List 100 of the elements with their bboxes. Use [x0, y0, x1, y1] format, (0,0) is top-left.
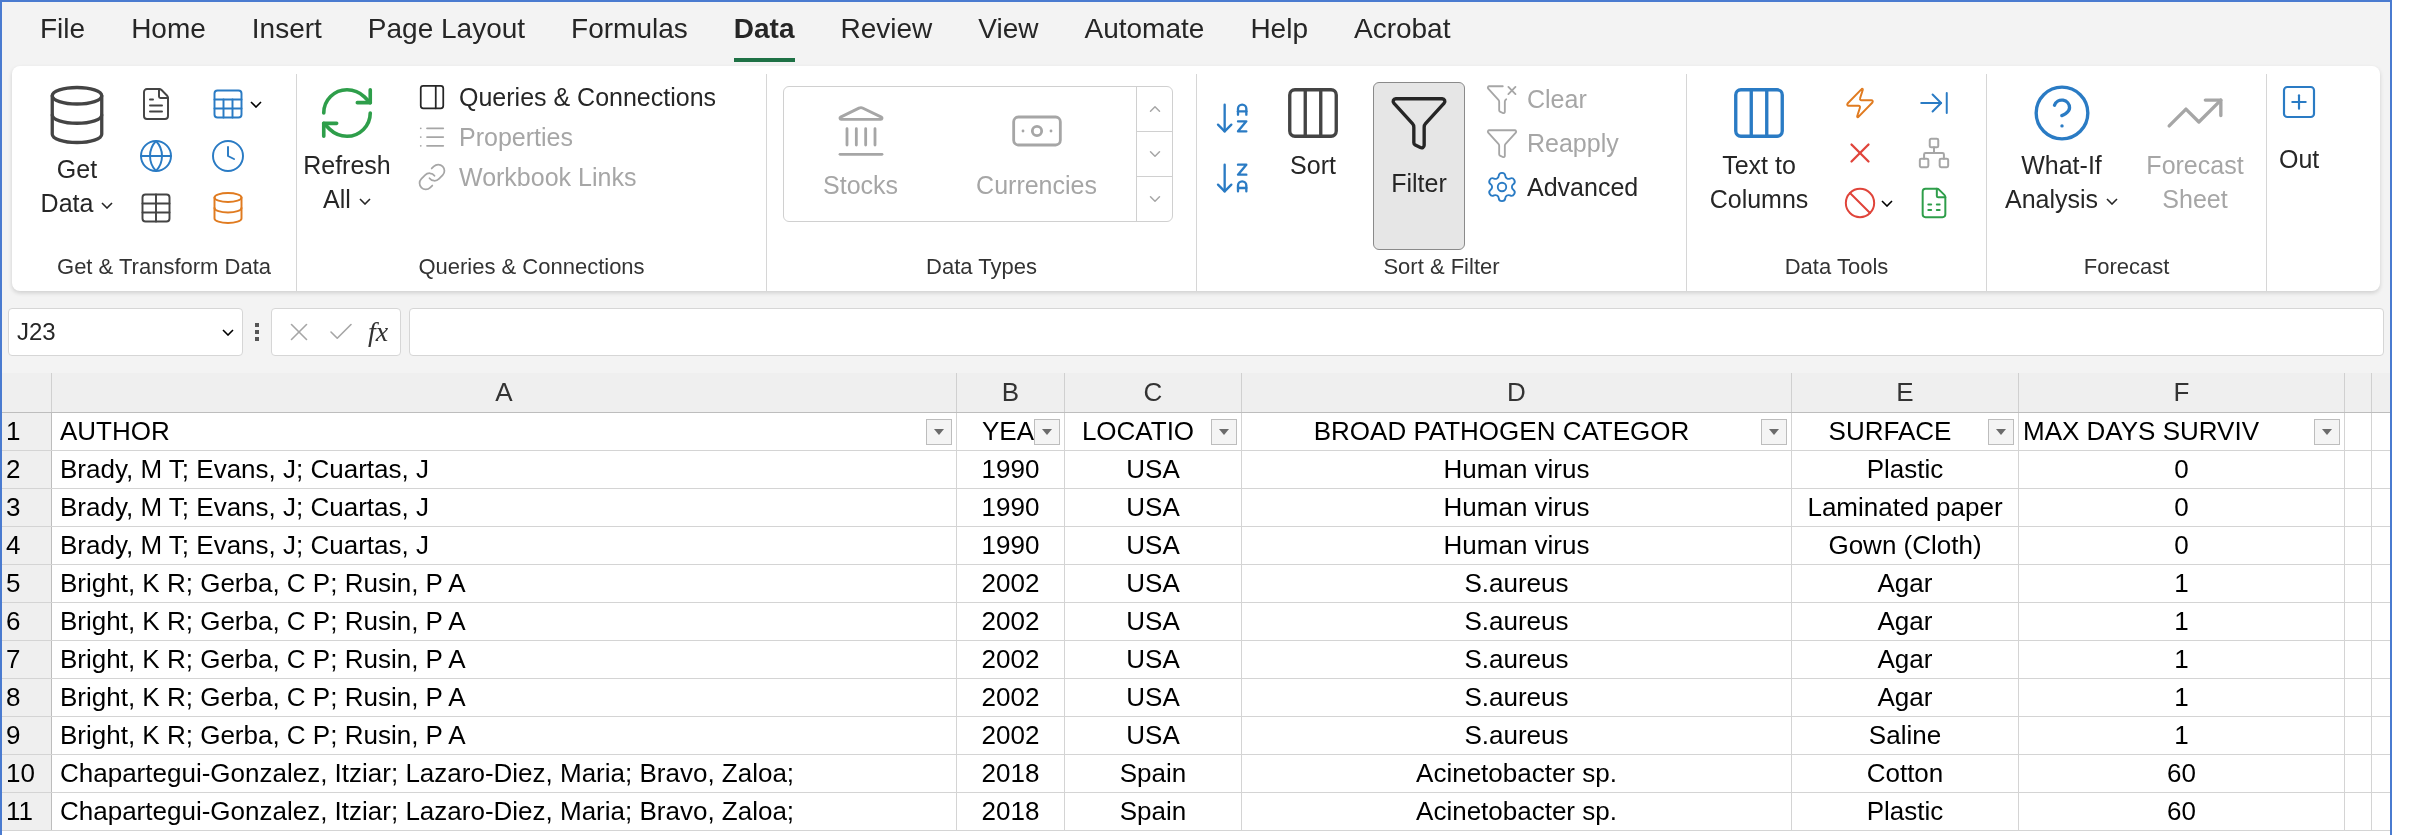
group-label: Sort & Filter	[1382, 253, 1501, 281]
table-cell-text: 1	[2174, 643, 2189, 676]
funnel-x-icon[interactable]	[1485, 82, 1519, 116]
get-data-button[interactable]: Get Data	[32, 82, 122, 220]
insert-function-button[interactable]: fx	[368, 311, 389, 353]
column-header[interactable]: B	[957, 373, 1065, 412]
table-cell-text: 0	[2174, 453, 2189, 486]
table-cell-text: S.aureus	[1464, 605, 1569, 638]
row-header[interactable]: 7	[2, 641, 52, 678]
table-cell-text: S.aureus	[1464, 719, 1569, 752]
row-header[interactable]: 11	[2, 793, 52, 830]
row-header[interactable]: 3	[2, 489, 52, 526]
table-cell-text: 2002	[981, 605, 1040, 638]
table-cell-text: Brady, M T; Evans, J; Cuartas, J	[60, 491, 429, 524]
table-cell-text: AUTHOR	[60, 415, 170, 448]
table-cell-text: USA	[1126, 529, 1180, 562]
filter-dropdown-icon[interactable]	[1211, 418, 1237, 445]
table-cell-text: Agar	[1877, 643, 1933, 676]
table-cell-text: Spain	[1119, 795, 1187, 828]
table-cell-text: BROAD PATHOGEN CATEGOR	[1313, 415, 1690, 448]
group-label: Queries & Connections	[417, 253, 646, 281]
row-header[interactable]: 1	[2, 413, 52, 450]
ribbon-tab[interactable]: Insert	[251, 8, 322, 62]
table-cell-text: Brady, M T; Evans, J; Cuartas, J	[60, 529, 429, 562]
row-header[interactable]: 8	[2, 679, 52, 716]
ribbon-tab[interactable]: Automate	[1084, 8, 1205, 62]
ribbon-tab[interactable]: Review	[840, 8, 933, 62]
column-header[interactable]: F	[2019, 373, 2345, 412]
panel-icon[interactable]	[417, 82, 447, 112]
table-cell-text: YEA	[981, 415, 1034, 448]
column-header[interactable]: A	[52, 373, 957, 412]
table-cell-text: Bright, K R; Gerba, C P; Rusin, P A	[60, 567, 466, 600]
refresh-all-button[interactable]: Refresh All	[297, 82, 397, 216]
table-cell-text: Laminated paper	[1807, 491, 2003, 524]
clock-icon[interactable]	[210, 138, 246, 174]
table-cell-text: 2002	[981, 643, 1040, 676]
filter-dropdown-icon[interactable]	[1988, 418, 2014, 445]
table-cell-text: 1990	[981, 529, 1040, 562]
table-cell-text: Bright, K R; Gerba, C P; Rusin, P A	[60, 643, 466, 676]
caret-icon	[250, 100, 262, 108]
table-cell-text: 1	[2174, 567, 2189, 600]
table-cell-text: Agar	[1877, 567, 1933, 600]
table-cell-text: 1	[2174, 719, 2189, 752]
column-header[interactable]: E	[1792, 373, 2019, 412]
table-cell-text: 2002	[981, 681, 1040, 714]
ribbon-button[interactable]: Advanced	[1527, 172, 1639, 202]
table-cell-text: Saline	[1868, 719, 1942, 752]
ribbon-tab[interactable]: Help	[1250, 8, 1308, 62]
row-header[interactable]: 10	[2, 755, 52, 792]
table-cell-text: S.aureus	[1464, 567, 1569, 600]
table-cell-text: 2002	[981, 719, 1040, 752]
ribbon-tab[interactable]: View	[978, 8, 1039, 62]
table-cell-text: 1990	[981, 453, 1040, 486]
filter-button[interactable]: Filter	[1373, 82, 1465, 250]
table-cell-text: 1990	[981, 491, 1040, 524]
funnel-icon[interactable]	[1485, 126, 1519, 160]
row-header[interactable]: 2	[2, 451, 52, 488]
ribbon-tab[interactable]: Home	[131, 8, 206, 62]
what-if-button[interactable]: What-If Analysis	[1999, 82, 2124, 216]
column-header[interactable]: C	[1065, 373, 1242, 412]
row-header[interactable]: 6	[2, 603, 52, 640]
group-label: Forecast	[2082, 253, 2171, 281]
filter-dropdown-icon[interactable]	[1034, 418, 1060, 445]
outline-button[interactable]: Out	[2279, 142, 2320, 176]
ribbon-button[interactable]: Queries & Connections	[459, 82, 717, 112]
globe-icon[interactable]	[138, 138, 174, 174]
table-cell-text: USA	[1126, 681, 1180, 714]
table-cell-text: 1	[2174, 681, 2189, 714]
table-cell-text: SURFACE	[1828, 415, 1952, 448]
sort-button[interactable]: Sort	[1273, 82, 1353, 182]
table-cell-text: Acinetobacter sp.	[1416, 795, 1617, 828]
text-to-columns-button[interactable]: Text to Columns	[1699, 82, 1819, 216]
table-cell-text: 2002	[981, 567, 1040, 600]
table-cell-text: Human virus	[1443, 453, 1590, 486]
ribbon-tab[interactable]: Acrobat	[1353, 8, 1451, 62]
ribbon-tab[interactable]: File	[40, 8, 86, 62]
column-header[interactable]: D	[1242, 373, 1792, 412]
table-cell-text: Agar	[1877, 681, 1933, 714]
table-cell-text: 60	[2167, 795, 2196, 828]
ribbon-tab[interactable]: Data	[733, 8, 795, 62]
formula-input[interactable]	[409, 308, 2384, 356]
table-cell-text: Chapartegui-Gonzalez, Itziar; Lazaro-Diez, Maria; Bravo, Zaloa;	[60, 757, 795, 790]
table-cell-text: Brady, M T; Evans, J; Cuartas, J	[60, 453, 429, 486]
caret-icon	[101, 201, 114, 209]
row-header[interactable]: 9	[2, 717, 52, 754]
row-header[interactable]: 5	[2, 565, 52, 602]
filter-dropdown-icon[interactable]	[926, 418, 952, 445]
link-icon[interactable]	[417, 162, 447, 192]
table-cell-text: S.aureus	[1464, 643, 1569, 676]
table-cell-text: Bright, K R; Gerba, C P; Rusin, P A	[60, 681, 466, 714]
name-box[interactable]: J23	[8, 308, 243, 356]
table-cell-text: USA	[1126, 567, 1180, 600]
table-cell-text: USA	[1126, 605, 1180, 638]
ribbon-tab[interactable]: Page Layout	[367, 8, 526, 62]
ribbon-tab[interactable]: Formulas	[571, 8, 688, 62]
table-cell-text: Plastic	[1866, 453, 1944, 486]
row-header[interactable]: 4	[2, 527, 52, 564]
filter-dropdown-icon[interactable]	[2314, 418, 2340, 445]
filter-dropdown-icon[interactable]	[1761, 418, 1787, 445]
table-cell-text: MAX DAYS SURVIV	[2023, 415, 2259, 448]
